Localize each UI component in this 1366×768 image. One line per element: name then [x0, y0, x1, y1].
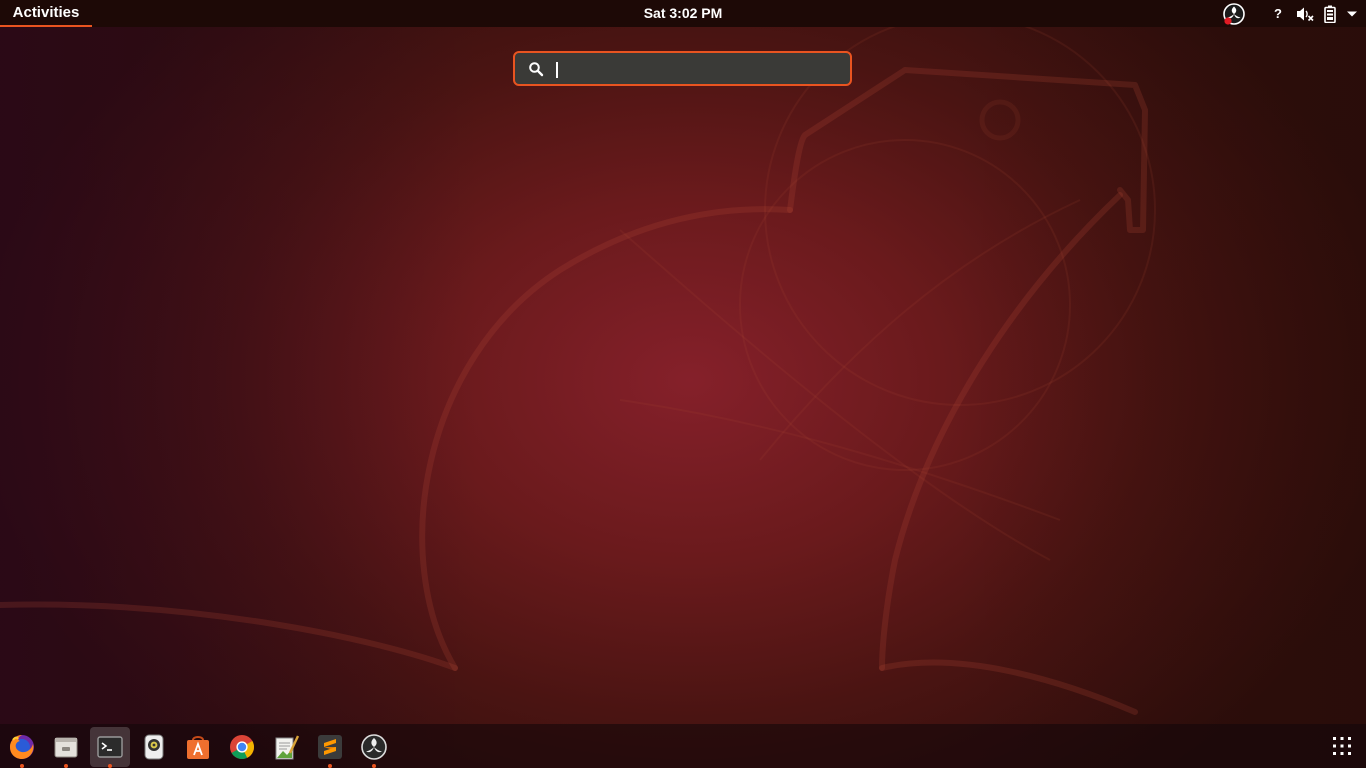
dock-files[interactable]: [46, 727, 86, 768]
text-editor-icon: [275, 735, 300, 760]
system-tray: ?: [1222, 0, 1358, 27]
running-indicator: [372, 764, 376, 768]
wallpaper-animal-outline: [0, 14, 1156, 715]
battery-icon[interactable]: [1324, 0, 1336, 27]
sublime-text-icon: [318, 735, 342, 759]
running-indicator: [20, 764, 24, 768]
dock-ubuntu-software[interactable]: [178, 727, 218, 767]
running-indicator: [64, 764, 68, 768]
dock-terminal[interactable]: [90, 727, 130, 768]
dock-firefox[interactable]: [2, 727, 42, 768]
help-icon[interactable]: ?: [1270, 0, 1286, 27]
top-bar: Activities Sat 3:02 PM ?: [0, 0, 1366, 27]
clock-area: Sat 3:02 PM: [0, 0, 1366, 27]
text-cursor: [556, 62, 558, 78]
dock-obs-studio[interactable]: [354, 727, 394, 768]
firefox-icon: [10, 735, 34, 759]
clock[interactable]: Sat 3:02 PM: [644, 5, 723, 21]
dock-sublime-text[interactable]: [310, 727, 350, 768]
dock-camera[interactable]: [134, 727, 174, 767]
dock: [0, 724, 1366, 768]
dock-chrome[interactable]: [222, 727, 262, 767]
camera-app-icon: [144, 734, 164, 760]
chrome-icon: [230, 735, 254, 759]
system-menu-arrow-icon[interactable]: [1346, 0, 1358, 27]
files-icon: [54, 737, 78, 758]
activities-button[interactable]: Activities: [0, 0, 92, 27]
running-indicator: [108, 764, 112, 768]
show-applications-grid-icon[interactable]: [1330, 734, 1354, 758]
obs-studio-icon: [361, 734, 387, 760]
search-icon: [528, 61, 544, 77]
obs-recording-icon[interactable]: [1222, 0, 1246, 27]
terminal-icon: [97, 736, 123, 758]
search-box[interactable]: [513, 51, 852, 86]
search-input[interactable]: [552, 59, 840, 78]
dock-text-editor[interactable]: [266, 727, 306, 767]
volume-muted-icon[interactable]: [1296, 0, 1314, 27]
ubuntu-software-icon: [187, 736, 209, 759]
running-indicator: [328, 764, 332, 768]
